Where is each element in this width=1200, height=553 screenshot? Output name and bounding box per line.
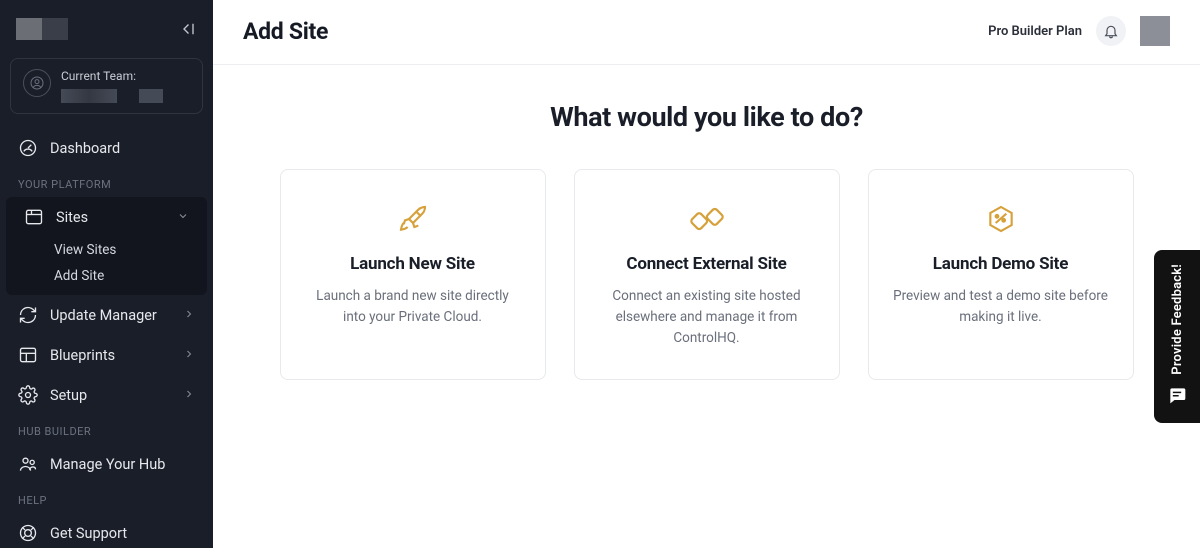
layout-icon xyxy=(18,345,38,365)
gauge-icon xyxy=(18,138,38,158)
card-connect-external-site[interactable]: Connect External Site Connect an existin… xyxy=(574,169,840,380)
card-title: Connect External Site xyxy=(599,254,815,274)
content-heading: What would you like to do? xyxy=(241,101,1172,133)
team-switcher[interactable]: Current Team: xyxy=(10,58,203,114)
team-label: Current Team: xyxy=(61,69,190,83)
card-launch-new-site[interactable]: Launch New Site Launch a brand new site … xyxy=(280,169,546,380)
chevron-right-icon xyxy=(183,307,195,324)
browser-icon xyxy=(24,207,44,227)
nav-label: Sites xyxy=(56,209,88,226)
team-name-placeholder xyxy=(61,89,190,103)
collapse-sidebar-icon[interactable] xyxy=(177,20,197,38)
nav-view-sites[interactable]: View Sites xyxy=(6,237,207,263)
sidebar: Current Team: Dashboard YOUR PLATFORM Si… xyxy=(0,0,213,548)
card-title: Launch New Site xyxy=(305,254,521,274)
section-help: HELP xyxy=(0,484,213,513)
nav-manage-hub[interactable]: Manage Your Hub xyxy=(0,444,213,484)
nav-add-site[interactable]: Add Site xyxy=(6,263,207,289)
nav-sites[interactable]: Sites xyxy=(6,197,207,237)
team-avatar-icon xyxy=(23,69,51,97)
user-avatar[interactable] xyxy=(1140,16,1170,46)
card-desc: Launch a brand new site directly into yo… xyxy=(305,286,521,328)
section-hub-builder: HUB BUILDER xyxy=(0,415,213,444)
nav-label: Dashboard xyxy=(50,140,120,157)
chat-icon xyxy=(1167,385,1187,409)
chevron-down-icon xyxy=(177,209,189,226)
plan-badge[interactable]: Pro Builder Plan xyxy=(988,24,1082,39)
card-title: Launch Demo Site xyxy=(893,254,1109,274)
nav-label: Setup xyxy=(50,387,87,404)
chevron-right-icon xyxy=(183,347,195,364)
rocket-icon xyxy=(305,202,521,236)
nav-update-manager[interactable]: Update Manager xyxy=(0,295,213,335)
gear-icon xyxy=(18,385,38,405)
feedback-label: Provide Feedback! xyxy=(1170,264,1185,375)
nav-label: Manage Your Hub xyxy=(50,456,165,473)
bell-icon xyxy=(1103,23,1119,39)
page-title: Add Site xyxy=(243,18,328,45)
feedback-tab[interactable]: Provide Feedback! xyxy=(1154,250,1200,423)
chevron-right-icon xyxy=(183,387,195,404)
refresh-icon xyxy=(18,305,38,325)
hex-icon xyxy=(893,202,1109,236)
nav-get-support[interactable]: Get Support xyxy=(0,513,213,553)
card-launch-demo-site[interactable]: Launch Demo Site Preview and test a demo… xyxy=(868,169,1134,380)
nav-setup[interactable]: Setup xyxy=(0,375,213,415)
link-icon xyxy=(599,202,815,236)
card-desc: Preview and test a demo site before maki… xyxy=(893,286,1109,328)
nav-sites-group: Sites View Sites Add Site xyxy=(6,197,207,295)
nav-label: Get Support xyxy=(50,525,127,542)
main: Add Site Pro Builder Plan What would you… xyxy=(213,0,1200,548)
nav-label: Update Manager xyxy=(50,307,157,324)
brand-logo xyxy=(16,18,68,40)
nav-dashboard[interactable]: Dashboard xyxy=(0,128,213,168)
notifications-button[interactable] xyxy=(1096,16,1126,46)
lifebuoy-icon xyxy=(18,523,38,543)
card-desc: Connect an existing site hosted elsewher… xyxy=(599,286,815,349)
option-cards: Launch New Site Launch a brand new site … xyxy=(241,169,1172,380)
users-icon xyxy=(18,454,38,474)
nav-label: Blueprints xyxy=(50,347,115,364)
section-your-platform: YOUR PLATFORM xyxy=(0,168,213,197)
header: Add Site Pro Builder Plan xyxy=(213,0,1200,65)
nav-blueprints[interactable]: Blueprints xyxy=(0,335,213,375)
